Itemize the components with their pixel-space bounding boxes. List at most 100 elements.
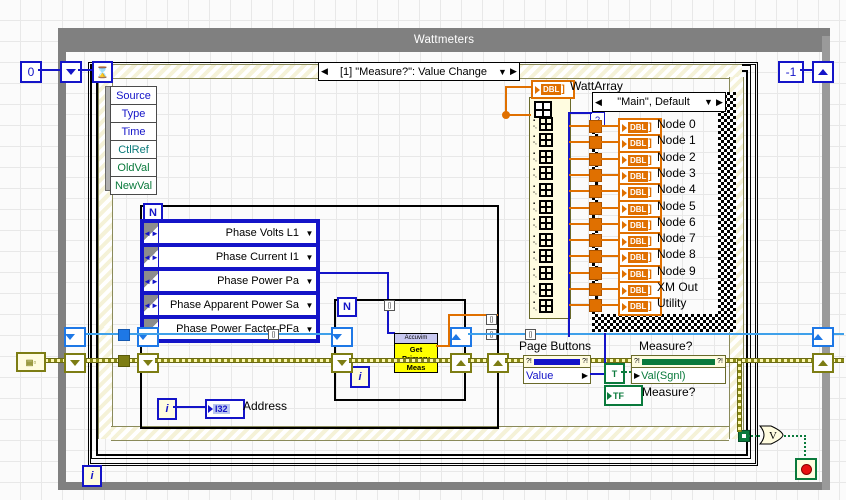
for-loop-error-sr-left[interactable] [137, 353, 159, 373]
event-case-next-icon[interactable]: ▶ [508, 64, 519, 79]
node-label-1: Node 1 [657, 133, 696, 148]
enum-row-phase-current[interactable]: ◄► Phase Current I1 ▼ [142, 245, 318, 269]
wire-case-to-node-9 [600, 271, 620, 274]
error-cluster-terminal-icon[interactable]: ▤▫ [16, 352, 46, 372]
inner-loop-tunnel-top[interactable]: [] [384, 300, 395, 311]
address-indicator[interactable]: I32 [205, 399, 245, 419]
event-data-type: Type [110, 104, 157, 122]
index-array-output-8[interactable]: ▪ ▫, [533, 249, 567, 264]
shift-register-right[interactable] [812, 61, 834, 83]
wire-case-to-node-6 [600, 222, 620, 225]
index-array-node[interactable]: ▪ ▫, ▪ ▫, ▪ ▫, ▪ ▫, ▪ ▫, ▪ ▫, ▪ ▫, ▪ ▫, ▪ ▫, ▪ ▫, ▪ ▫, ▪ ▫, [529, 97, 571, 319]
enum-row-phase-volts[interactable]: ◄► Phase Volts L1 ▼ [142, 221, 318, 245]
measure-boolean-terminal[interactable]: TF [604, 385, 643, 406]
stop-icon [800, 463, 812, 475]
measure-terminal-label: Measure? [642, 385, 696, 399]
case-structure-selector[interactable]: ◀ "Main", Default ▼ ▶ [592, 92, 726, 112]
measure-valsgnl-row[interactable]: ▶ Val(Sgnl) [632, 368, 725, 383]
wire-phase-power-h [316, 272, 389, 274]
event-case-label: [1] "Measure?": Value Change [339, 65, 488, 78]
chevron-down-icon[interactable]: ▼ [303, 229, 316, 238]
triangle-up-icon [818, 360, 828, 366]
index-array-output-6[interactable]: ▪ ▫, [533, 216, 567, 231]
chevron-down-icon[interactable]: ▼ [703, 95, 714, 110]
true-constant[interactable]: T [604, 363, 625, 384]
terminal-arrow-icon [535, 85, 540, 94]
enum-row-power-factor[interactable]: ◄► Phase Power Factor PFa ▼ [142, 317, 318, 341]
bracket-icon: ] [648, 285, 652, 296]
or-gate[interactable]: V [758, 425, 784, 445]
wire-timeout-2 [78, 69, 92, 71]
inner-for-loop-count-terminal[interactable]: N [337, 297, 357, 317]
bracket-icon: ] [648, 219, 652, 231]
chevron-down-icon[interactable]: ▼ [497, 64, 508, 79]
while-loop-error-sr-left[interactable] [64, 353, 86, 373]
for-loop-shift-register-left[interactable] [137, 327, 159, 347]
index-array-output-1[interactable]: ▪ ▫, [533, 133, 567, 148]
page-buttons-property-node[interactable]: ?! ?! Value ▶ [523, 355, 591, 384]
wire-address [173, 406, 205, 408]
case-next-icon[interactable]: ▶ [714, 95, 725, 110]
triangle-down-icon [143, 360, 153, 366]
chevron-down-icon[interactable]: ▼ [303, 301, 316, 310]
index-array-output-9[interactable]: ▪ ▫, [533, 265, 567, 280]
array-wire-tunnel[interactable]: [] [268, 329, 279, 340]
event-case-selector[interactable]: ◀ [1] "Measure?": Value Change ▼ ▶ [318, 62, 520, 81]
index-array-output-11[interactable]: ▪ ▫, [533, 299, 567, 314]
event-case-prev-icon[interactable]: ◀ [319, 64, 330, 79]
index-array-output-3[interactable]: ▪ ▫, [533, 166, 567, 181]
index-array-output-2[interactable]: ▪ ▫, [533, 149, 567, 164]
stop-button-terminal[interactable] [795, 458, 817, 480]
wire-selector-h [568, 112, 592, 114]
node-label-10: XM Out [657, 280, 698, 294]
node-type-tag: DBL [628, 268, 649, 280]
address-label: Address [243, 399, 288, 413]
index-array-output-10[interactable]: ▪ ▫, [533, 282, 567, 297]
event-data-node[interactable]: Source Type Time CtlRef OldVal NewVal [110, 86, 157, 195]
inner-loop-shift-register-right[interactable] [450, 327, 472, 347]
accuvim-get-primary-meas-subvi[interactable]: Accuvim Get Primary Meas [394, 333, 438, 373]
error-wire-mid1 [155, 358, 331, 363]
inner-loop-error-sr-left[interactable] [331, 353, 353, 373]
page-buttons-value-row[interactable]: Value ▶ [524, 368, 590, 383]
event-data-oldval: OldVal [110, 158, 157, 176]
while-loop-shift-register-left[interactable] [64, 327, 86, 347]
measure-property-node[interactable]: ?! ?! ▶ Val(Sgnl) [631, 355, 726, 384]
index-array-output-0[interactable]: ▪ ▫, [533, 116, 567, 131]
bracket-icon: ] [561, 84, 565, 95]
enum-selector-group[interactable]: ◄► Phase Volts L1 ▼ ◄► Phase Current I1 … [140, 219, 320, 343]
while-loop-error-sr-right[interactable] [812, 353, 834, 373]
node-type-tag: DBL [628, 219, 649, 231]
node-type-tag: DBL [628, 252, 649, 264]
node-type-tag: DBL [628, 154, 649, 166]
wattarray-indicator[interactable]: DBL ] [531, 80, 575, 99]
inner-loop-shift-register-left[interactable] [331, 327, 353, 347]
enum-row-phase-power[interactable]: ◄► Phase Power Pa ▼ [142, 269, 318, 293]
wire-case-to-node-8 [600, 255, 620, 258]
index-array-output-5[interactable]: ▪ ▫, [533, 199, 567, 214]
timeout-constant[interactable]: 0 [20, 61, 42, 83]
property-marker-right: ?! [717, 358, 723, 365]
wire-case-to-node-5 [600, 206, 620, 209]
node-indicator-11[interactable]: DBL] [618, 297, 662, 317]
for-loop-error-sr-right[interactable] [487, 353, 509, 373]
chevron-down-icon[interactable]: ▼ [303, 253, 316, 262]
node-label-2: Node 2 [657, 149, 696, 164]
case-prev-icon[interactable]: ◀ [593, 95, 604, 110]
while-loop-shift-register-right[interactable] [812, 327, 834, 347]
wire-case-to-node-3 [600, 173, 620, 176]
inner-loop-error-sr-right[interactable] [450, 353, 472, 373]
index-array-output-7[interactable]: ▪ ▫, [533, 232, 567, 247]
negative-one-constant[interactable]: -1 [778, 61, 804, 83]
timeout-terminal-icon[interactable]: ⌛ [92, 61, 113, 83]
enum-row-apparent-power[interactable]: ◄► Phase Apparent Power Sa ▼ [142, 293, 318, 317]
subvi-header-label: Accuvim [395, 334, 437, 344]
for-loop-tunnel-array[interactable]: [] [486, 314, 497, 325]
index-array-output-4[interactable]: ▪ ▫, [533, 182, 567, 197]
chevron-down-icon[interactable]: ▼ [303, 277, 316, 286]
terminal-arrow-icon [622, 302, 627, 311]
triangle-up-icon [493, 360, 503, 366]
node-label-3: Node 3 [657, 165, 696, 180]
shift-register-left[interactable] [60, 61, 82, 83]
wattarray-type-tag: DBL [541, 84, 562, 95]
